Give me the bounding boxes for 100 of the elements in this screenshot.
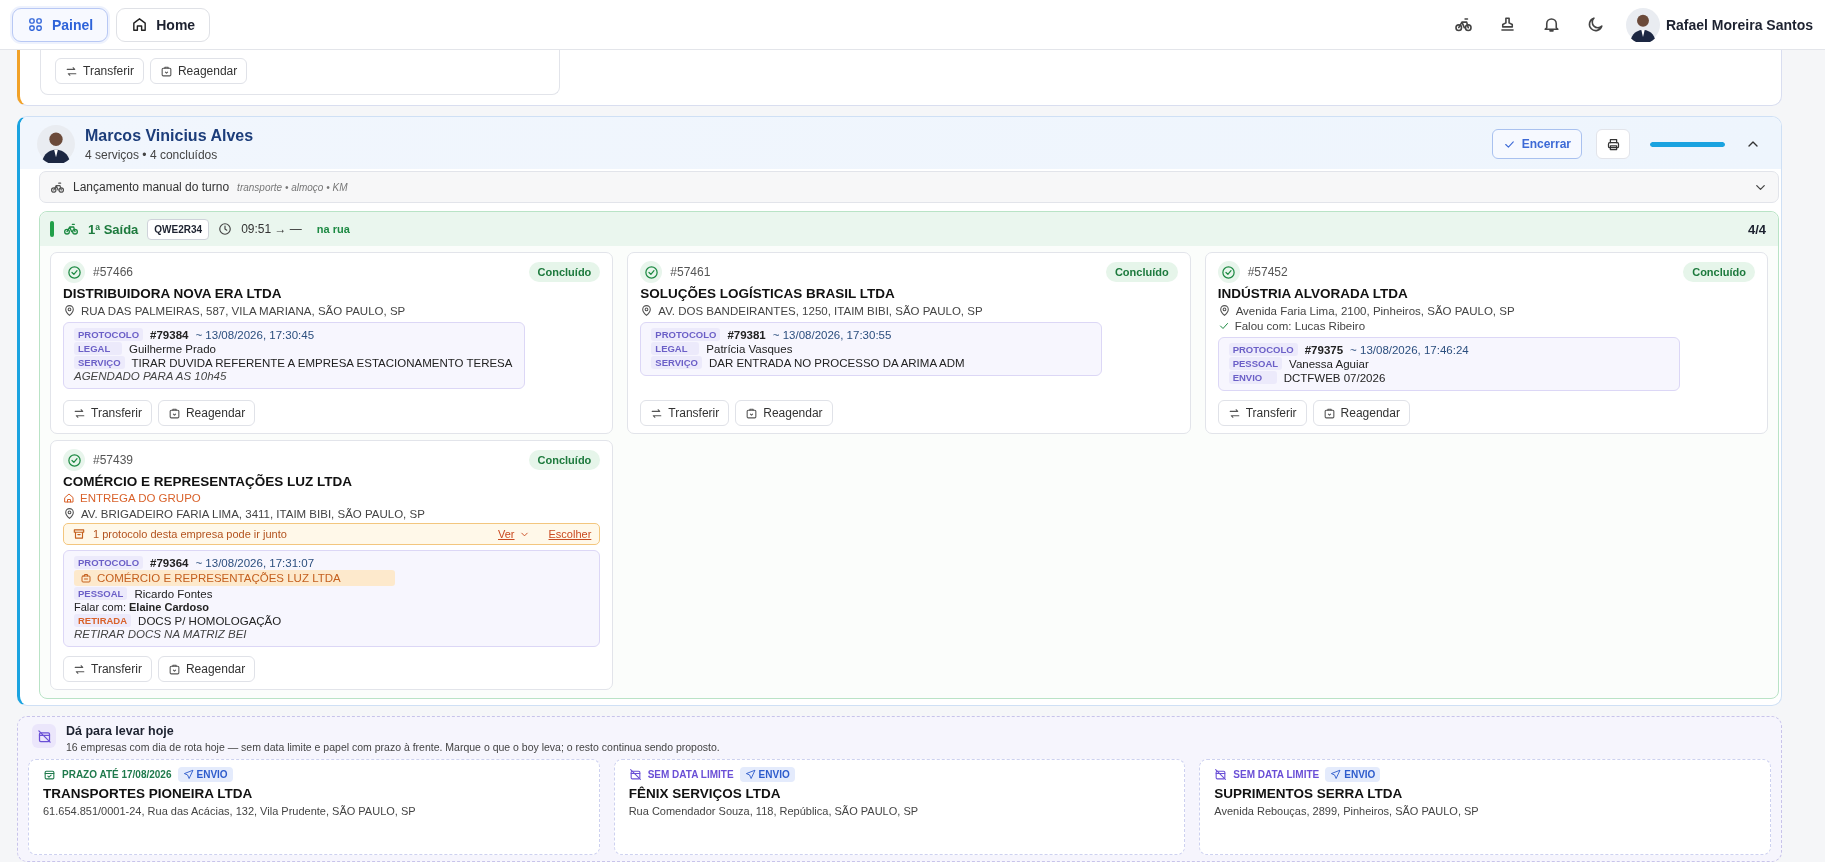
calendar-icon bbox=[167, 662, 181, 676]
location-pin-icon bbox=[640, 304, 654, 317]
company-name: SOLUÇÕES LOGÍSTICAS BRASIL LTDA bbox=[640, 286, 896, 301]
type-tag-text: ENVIO bbox=[758, 769, 790, 780]
category-tag: PESSOAL bbox=[74, 587, 128, 600]
notice-text: 1 protocolo desta empresa pode ir junto bbox=[93, 528, 288, 540]
check-circle-icon bbox=[66, 264, 82, 280]
courier-name: Marcos Vinicius Alves bbox=[85, 126, 254, 145]
send-icon bbox=[1330, 769, 1342, 780]
company-name: TRANSPORTES PIONEIRA LTDA bbox=[43, 786, 254, 801]
category-tag: SERVIÇO bbox=[651, 356, 702, 369]
protocol-tag: PROTOCOLO bbox=[74, 556, 144, 569]
protocol-date: ~ 13/08/2026, 17:30:45 bbox=[195, 328, 315, 341]
section-title: Dá para levar hoje bbox=[66, 724, 175, 738]
calendar-icon bbox=[159, 64, 173, 78]
check-circle-icon bbox=[643, 264, 659, 280]
clock-icon bbox=[218, 222, 233, 236]
status-badge: Concluído bbox=[528, 450, 601, 470]
reschedule-button[interactable]: Reagendar bbox=[1312, 400, 1410, 426]
calendar-icon bbox=[167, 406, 181, 420]
protocol-tag: PROTOCOLO bbox=[651, 328, 721, 341]
view-link[interactable]: Ver bbox=[498, 528, 515, 540]
reschedule-button[interactable]: Reagendar bbox=[157, 400, 256, 426]
nav-tab[interactable]: Home bbox=[116, 7, 211, 42]
vehicle-plate: QWE2R34 bbox=[147, 218, 210, 240]
archive-box-icon bbox=[72, 527, 86, 541]
deadline-label: SEM DATA LIMITE bbox=[1233, 769, 1320, 780]
courier-summary: 4 serviços • 4 concluídos bbox=[85, 147, 219, 162]
nav-tab[interactable]: Painel bbox=[12, 7, 109, 42]
calendar-check-icon bbox=[43, 768, 56, 781]
protocol-number: #79384 bbox=[150, 328, 189, 341]
transfer-button[interactable]: Transferir bbox=[55, 58, 144, 84]
category-tag: SERVIÇO bbox=[74, 356, 125, 369]
category-tag: LEGAL bbox=[651, 342, 700, 355]
service-id: #57466 bbox=[93, 265, 134, 279]
building-icon bbox=[63, 492, 75, 504]
company-name: FÊNIX SERVIÇOS LTDA bbox=[628, 786, 782, 801]
protocol-number: #79364 bbox=[150, 556, 189, 569]
calendar-icon bbox=[745, 406, 759, 420]
location-pin-icon bbox=[63, 304, 76, 317]
reschedule-button[interactable]: Reagendar bbox=[157, 656, 256, 682]
address: Avenida Rebouças, 2899, Pinheiros, SÃO PAULO, SP bbox=[1214, 805, 1480, 817]
send-icon bbox=[182, 769, 194, 780]
service-id: #57461 bbox=[670, 265, 711, 279]
company-name: SUPRIMENTOS SERRA LTDA bbox=[1214, 786, 1404, 801]
status-badge: Concluído bbox=[1683, 262, 1755, 282]
address: 61.654.851/0001-24, Rua das Acácias, 132, Vila Prudente, SÃO PAULO, SP bbox=[43, 805, 417, 817]
contact-line: Falar com: Elaine Cardoso bbox=[74, 601, 210, 613]
calendar-crossed-icon bbox=[1214, 768, 1228, 781]
protocol-number: #79375 bbox=[1304, 343, 1344, 356]
service-id: #57439 bbox=[93, 453, 134, 467]
address: AV. BRIGADEIRO FARIA LIMA, 3411, ITAIM BIBI, SÃO PAULO, SP bbox=[81, 507, 425, 520]
print-button[interactable] bbox=[1596, 129, 1630, 159]
reschedule-button[interactable]: Reagendar bbox=[149, 58, 248, 84]
type-tag-text: ENVIO bbox=[196, 769, 228, 780]
trip-title: 1ª Saída bbox=[88, 221, 139, 237]
transfer-button[interactable]: Transferir bbox=[63, 400, 152, 426]
manual-entry-label: Lançamento manual do turno bbox=[73, 180, 230, 194]
bicycle-icon bbox=[1454, 15, 1474, 34]
protocol-note: AGENDADO PARA AS 10h45 bbox=[74, 370, 227, 382]
protocol-date: ~ 13/08/2026, 17:46:24 bbox=[1350, 343, 1469, 356]
avatar bbox=[37, 125, 75, 163]
check-circle-icon bbox=[66, 452, 82, 468]
company-name: INDÚSTRIA ALVORADA LTDA bbox=[1217, 286, 1409, 301]
close-button[interactable]: Encerrar bbox=[1491, 129, 1582, 159]
bicycle-icon bbox=[63, 221, 79, 237]
swap-arrows-icon bbox=[65, 64, 78, 78]
protocol-tag: PROTOCOLO bbox=[74, 328, 144, 341]
location-pin-icon bbox=[1217, 304, 1231, 317]
calendar-crossed-icon bbox=[36, 728, 52, 744]
group-company-name: COMÉRCIO E REPRESENTAÇÕES LUZ LTDA bbox=[97, 572, 341, 584]
type-tag-text: ENVIO bbox=[1344, 769, 1376, 780]
trip-status: na rua bbox=[316, 223, 350, 235]
trip-count: 4/4 bbox=[1747, 221, 1766, 237]
contact-note: Falou com: Lucas Ribeiro bbox=[1234, 320, 1366, 332]
transfer-button[interactable]: Transferir bbox=[63, 656, 152, 682]
send-icon bbox=[744, 769, 756, 780]
manual-entry-row[interactable]: Lançamento manual do turno transporte • almoço • KM bbox=[39, 171, 1779, 203]
protocol-note: RETIRAR DOCS NA MATRIZ BEI bbox=[74, 628, 247, 640]
printer-icon bbox=[1605, 136, 1621, 152]
address: Rua Comendador Souza, 118, República, SÃO PAULO, SP bbox=[628, 805, 920, 817]
address: Avenida Faria Lima, 2100, Pinheiros, SÃO PAULO, SP bbox=[1235, 304, 1515, 317]
grid-icon bbox=[27, 16, 44, 33]
status-bar-marker bbox=[50, 221, 54, 237]
company-name: COMÉRCIO E REPRESENTAÇÕES LUZ LTDA bbox=[63, 474, 353, 489]
transfer-button[interactable]: Transferir bbox=[640, 400, 730, 426]
protocol-date: ~ 13/08/2026, 17:30:55 bbox=[772, 328, 892, 341]
company-name: DISTRIBUIDORA NOVA ERA LTDA bbox=[63, 286, 283, 301]
transfer-button[interactable]: Transferir bbox=[1217, 400, 1307, 426]
protocol-detail: Guilherme Prado bbox=[129, 342, 216, 355]
protocol-tag: PROTOCOLO bbox=[1228, 343, 1298, 356]
deadline-label: PRAZO ATÉ 17/08/2026 bbox=[62, 769, 172, 780]
protocol-detail: DOCS P/ HOMOLOGAÇÃO bbox=[138, 614, 282, 627]
calendar-icon bbox=[1322, 406, 1336, 420]
briefcase-icon bbox=[80, 572, 92, 584]
choose-link[interactable]: Escolher bbox=[548, 528, 592, 540]
protocol-detail: DAR ENTRADA NO PROCESSO DA ARIMA ADM bbox=[708, 356, 965, 369]
group-label: ENTREGA DO GRUPO bbox=[80, 492, 201, 504]
reschedule-button[interactable]: Reagendar bbox=[735, 400, 833, 426]
protocol-detail: Patrícia Vasques bbox=[706, 342, 793, 355]
